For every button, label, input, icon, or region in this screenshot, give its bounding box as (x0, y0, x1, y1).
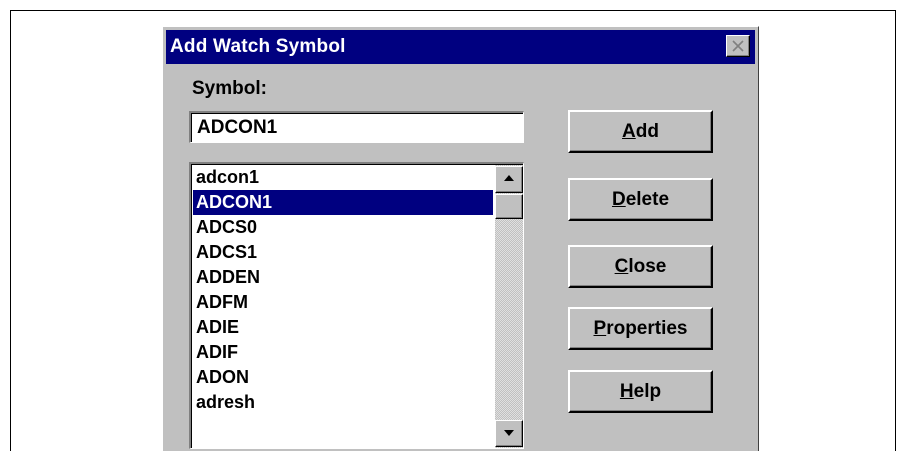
arrow-down-icon (504, 430, 514, 436)
list-item[interactable]: ADFM (193, 290, 493, 315)
list-item[interactable]: ADCS0 (193, 215, 493, 240)
list-item[interactable]: ADCON1 (193, 190, 493, 215)
vertical-scrollbar[interactable] (495, 165, 523, 448)
scroll-thumb[interactable] (495, 194, 523, 219)
delete-button-accel: D (611, 189, 626, 210)
dialog-title: Add Watch Symbol (170, 36, 346, 57)
symbol-input[interactable]: ADCON1 (189, 111, 524, 143)
delete-button-label: elete (625, 189, 670, 210)
scroll-up-button[interactable] (495, 166, 523, 193)
list-item[interactable]: ADIE (193, 315, 493, 340)
close-button[interactable]: Close (568, 245, 713, 288)
list-item[interactable]: ADDEN (193, 265, 493, 290)
close-window-button[interactable] (726, 35, 750, 57)
close-button-label: lose (628, 256, 667, 277)
arrow-up-icon (504, 175, 514, 181)
close-x-icon (732, 40, 744, 52)
delete-button[interactable]: Delete (568, 178, 713, 221)
list-item[interactable]: ADCS1 (193, 240, 493, 265)
properties-button[interactable]: Properties (568, 307, 713, 350)
add-button-accel: A (622, 121, 636, 142)
list-item[interactable]: adresh (193, 390, 493, 415)
properties-button-accel: P (593, 318, 607, 339)
symbol-label: Symbol: (192, 78, 267, 99)
help-button-label: elp (633, 381, 662, 402)
help-button[interactable]: Help (568, 370, 713, 413)
symbol-listbox[interactable]: adcon1 ADCON1 ADCS0 ADCS1 ADDEN ADFM ADIE ADIF A… (189, 162, 524, 449)
list-item[interactable]: ADIF (193, 340, 493, 365)
title-bar[interactable]: Add Watch Symbol (166, 30, 755, 64)
add-button[interactable]: Add (568, 110, 713, 153)
symbol-list: adcon1 ADCON1 ADCS0 ADCS1 ADDEN ADFM ADIE ADIF A… (193, 165, 493, 415)
add-watch-symbol-dialog: Add Watch Symbol Symbol: ADCON1 adcon1 AD… (162, 26, 759, 451)
list-item[interactable]: ADON (193, 365, 493, 390)
properties-button-label: roperties (606, 318, 688, 339)
help-button-accel: H (619, 381, 634, 402)
list-item[interactable]: adcon1 (193, 165, 493, 190)
scroll-down-button[interactable] (495, 420, 523, 447)
add-button-label: dd (635, 121, 659, 142)
close-button-accel: C (614, 256, 629, 277)
